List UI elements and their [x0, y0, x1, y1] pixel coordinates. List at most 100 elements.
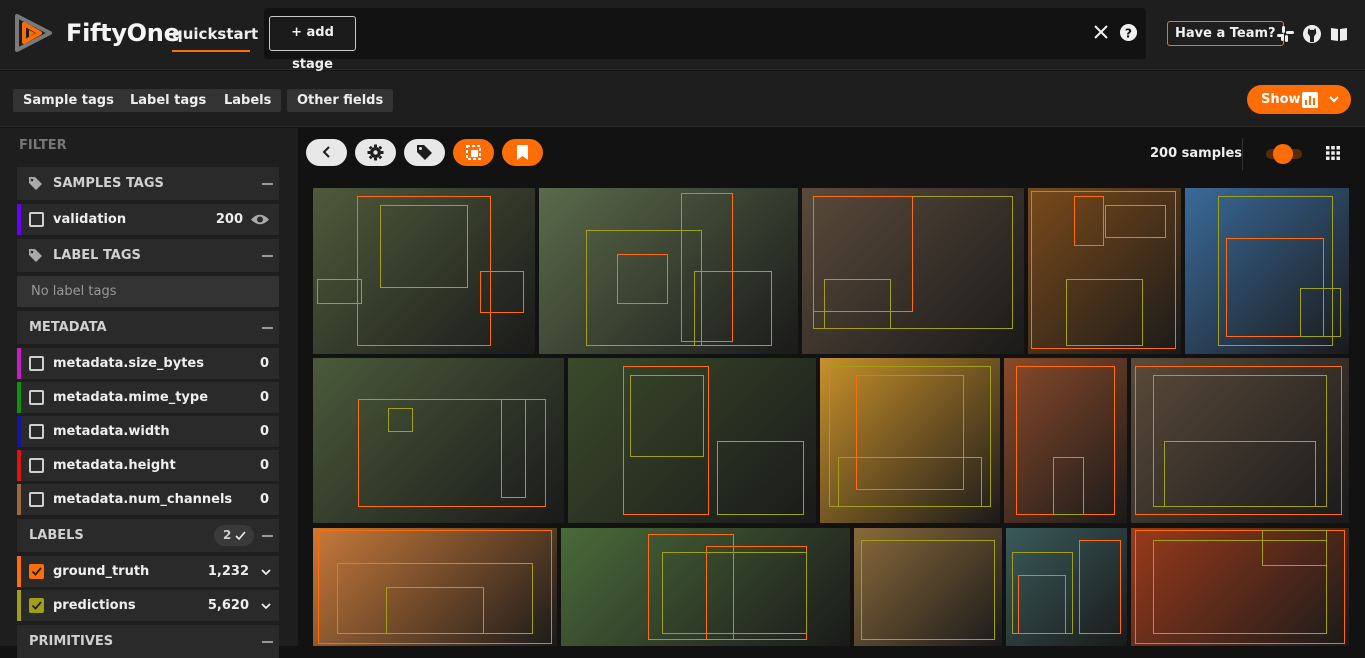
tile-pizza[interactable] [1131, 528, 1349, 646]
collapse-icon[interactable] [262, 183, 273, 185]
tile-dogs[interactable] [561, 528, 850, 646]
row-predictions[interactable]: predictions 5,620 [17, 590, 279, 621]
tile-cat-sleeping[interactable] [1131, 358, 1349, 523]
show-button[interactable]: Show [1247, 85, 1351, 114]
show-label: Show [1261, 92, 1301, 107]
checkbox[interactable] [29, 492, 44, 507]
detection-box [1066, 279, 1143, 346]
tile-cake[interactable] [1185, 188, 1349, 354]
chip-sample-tags[interactable]: Sample tags [13, 89, 124, 112]
chevron-down-icon[interactable] [260, 566, 272, 578]
checkbox[interactable] [29, 356, 44, 371]
tile-horse-rider[interactable] [539, 188, 798, 354]
detection-box [1261, 530, 1328, 566]
field-count: 0 [259, 458, 269, 473]
brand-name[interactable]: FiftyOne [66, 19, 180, 47]
gear-icon [367, 144, 384, 161]
checkbox[interactable] [29, 424, 44, 439]
color-bar [17, 556, 21, 587]
back-button[interactable] [306, 139, 347, 166]
slack-icon[interactable] [1275, 24, 1295, 44]
checkbox[interactable] [29, 458, 44, 473]
color-bar [17, 416, 21, 447]
field-count: 5,620 [207, 598, 249, 613]
eye-icon[interactable] [250, 213, 270, 226]
field-tabs-bar: Sample tags Label tags Labels Other fiel… [0, 71, 1365, 127]
view-bar[interactable]: + add stage ? [264, 8, 1146, 72]
section-label-tags[interactable]: LABEL TAGS [17, 239, 279, 272]
section-samples-tags[interactable]: SAMPLES TAGS [17, 167, 279, 200]
tile-toy[interactable] [1006, 528, 1127, 646]
color-bar [17, 382, 21, 413]
section-metadata[interactable]: METADATA [17, 311, 279, 344]
row-metadata-height[interactable]: metadata.height 0 [17, 450, 279, 481]
dataset-selector[interactable]: quickstart [172, 25, 258, 52]
tile-man-tie[interactable] [1004, 358, 1127, 523]
chip-other-fields[interactable]: Other fields [287, 89, 394, 112]
have-a-team-button[interactable]: Have a Team? [1167, 21, 1284, 46]
github-icon[interactable] [1302, 24, 1322, 44]
detection-box [479, 271, 524, 313]
tile-cat-bowl[interactable] [820, 358, 1000, 523]
color-bar [17, 204, 21, 235]
detection-box [1018, 575, 1067, 635]
chip-label-tags[interactable]: Label tags [120, 89, 217, 112]
docs-icon[interactable] [1329, 24, 1349, 44]
divider [1242, 138, 1243, 170]
checkbox[interactable] [29, 212, 44, 227]
chip-labels[interactable]: Labels [214, 89, 282, 112]
row-ground-truth[interactable]: ground_truth 1,232 [17, 556, 279, 587]
help-icon[interactable]: ? [1119, 23, 1138, 42]
row-validation[interactable]: validation 200 [17, 204, 279, 235]
detection-box [824, 279, 891, 330]
checkbox[interactable] [29, 390, 44, 405]
collapse-icon[interactable] [262, 255, 273, 257]
save-view-button[interactable] [502, 139, 543, 166]
detection-box [1104, 204, 1166, 238]
field-count: 0 [259, 492, 269, 507]
row-metadata-width[interactable]: metadata.width 0 [17, 416, 279, 447]
sample-grid: 200 samples [298, 128, 1365, 646]
bookmark-icon [517, 145, 528, 160]
section-primitives[interactable]: PRIMITIVES [17, 625, 279, 658]
add-stage-button[interactable]: + add stage [269, 16, 356, 72]
checkbox-checked[interactable] [29, 564, 44, 579]
field-count: 0 [259, 390, 269, 405]
section-title: LABEL TAGS [53, 248, 141, 263]
detection-box [861, 539, 995, 641]
grid-icon[interactable] [1326, 146, 1340, 160]
field-name: ground_truth [53, 564, 150, 579]
chevron-down-icon[interactable] [260, 600, 272, 612]
tile-food-table[interactable] [1028, 188, 1181, 354]
filter-title: FILTER [19, 138, 67, 153]
tile-train[interactable] [313, 358, 564, 523]
zoom-slider-handle[interactable] [1273, 144, 1293, 164]
detection-box [694, 271, 773, 346]
tile-bird[interactable] [313, 188, 535, 354]
collapse-icon[interactable] [262, 327, 273, 329]
settings-button[interactable] [355, 139, 396, 166]
row-metadata-num-channels[interactable]: metadata.num_channels 0 [17, 484, 279, 515]
checkbox-checked[interactable] [29, 598, 44, 613]
tag-icon [417, 145, 432, 160]
fiftyone-logo-icon[interactable] [12, 12, 54, 54]
row-metadata-size-bytes[interactable]: metadata.size_bytes 0 [17, 348, 279, 379]
collapse-icon[interactable] [262, 535, 273, 537]
tag-button[interactable] [404, 139, 445, 166]
section-title: METADATA [29, 320, 107, 335]
tag-icon [29, 177, 42, 190]
row-metadata-mime-type[interactable]: metadata.mime_type 0 [17, 382, 279, 413]
close-icon[interactable] [1093, 24, 1109, 40]
tile-cake-slice[interactable] [313, 528, 557, 646]
sample-count: 200 samples [1150, 146, 1243, 161]
chevron-left-icon [322, 146, 330, 158]
detection-box [386, 587, 484, 635]
labels-selected-badge[interactable]: 2 [214, 525, 254, 546]
patches-button[interactable] [453, 139, 494, 166]
detection-box [501, 399, 527, 499]
tile-cow[interactable] [568, 358, 816, 523]
tile-bear[interactable] [854, 528, 1002, 646]
collapse-icon[interactable] [262, 641, 273, 643]
section-labels[interactable]: LABELS 2 [17, 519, 279, 552]
tile-cats[interactable] [802, 188, 1024, 354]
